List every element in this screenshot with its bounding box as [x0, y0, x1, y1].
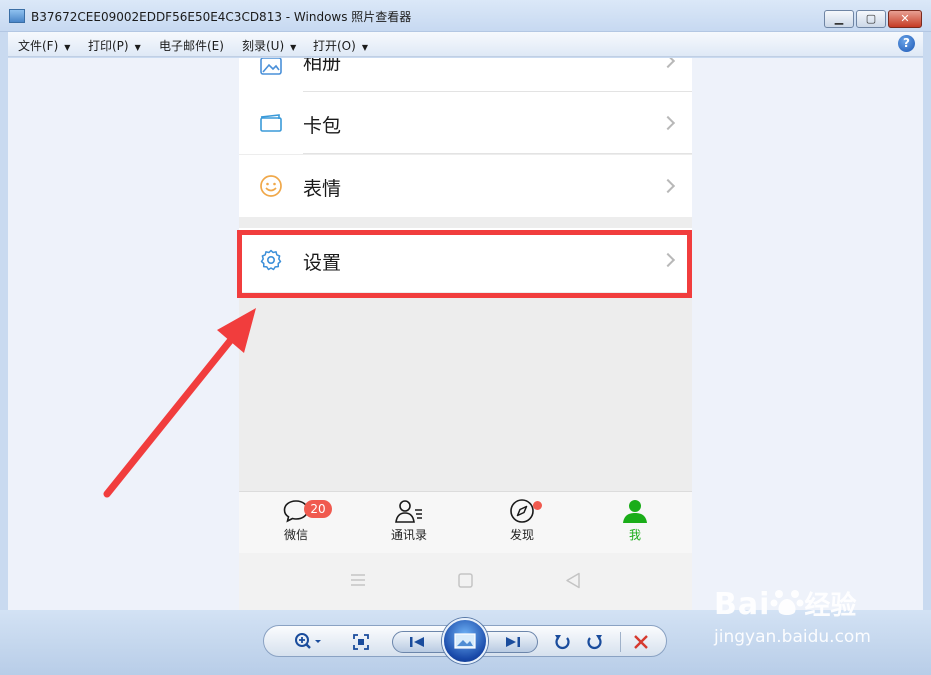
next-button[interactable] — [500, 632, 526, 652]
previous-icon — [410, 637, 424, 647]
chevron-right-icon — [660, 178, 676, 194]
tab-label: 通讯录 — [390, 528, 427, 542]
next-icon — [506, 637, 520, 647]
chevron-right-icon — [660, 58, 676, 69]
menu-bar: 文件(F) ▼ 打印(P) ▼ 电子邮件(E) 刻录(U) ▼ 打开(O) ▼ ? — [8, 32, 923, 57]
delete-icon — [634, 635, 648, 649]
tab-label: 微信 — [283, 528, 308, 542]
slideshow-icon — [454, 633, 476, 649]
watermark-jingyan: 经验 — [804, 591, 857, 621]
notification-dot — [533, 501, 542, 510]
tab-contacts[interactable]: 通讯录 — [369, 498, 449, 543]
tab-discover[interactable]: 发现 — [482, 498, 562, 543]
actual-size-icon — [353, 634, 369, 650]
chevron-down-icon: ▼ — [134, 43, 141, 52]
tab-label: 我 — [628, 528, 641, 542]
help-icon[interactable]: ? — [898, 35, 915, 52]
actual-size-button[interactable] — [350, 631, 372, 653]
menu-print-label: 打印(P) — [88, 39, 129, 53]
toolbar-separator — [620, 632, 621, 652]
photo-viewer-app-icon — [9, 9, 25, 23]
menu-icon[interactable] — [350, 573, 366, 587]
compass-icon — [510, 499, 534, 523]
menu-open[interactable]: 打开(O) ▼ — [313, 37, 368, 54]
delete-button[interactable] — [630, 631, 652, 653]
title-bar: B37672CEE09002EDDF56E50E4C3CD813 - Windo… — [0, 0, 931, 32]
previous-button[interactable] — [404, 632, 430, 652]
tab-label: 发现 — [509, 528, 534, 542]
watermark-brand: Bai — [714, 587, 771, 622]
rotate-left-icon — [555, 635, 570, 650]
close-button[interactable]: ✕ — [888, 10, 922, 28]
menu-open-label: 打开(O) — [313, 39, 356, 53]
menu-email-label: 电子邮件(E) — [159, 39, 224, 53]
chevron-down-icon: ▼ — [361, 43, 368, 52]
android-nav-bar — [239, 553, 692, 610]
menu-file-label: 文件(F) — [18, 39, 59, 53]
chevron-down-icon: ▼ — [64, 43, 71, 52]
slideshow-button[interactable] — [442, 618, 488, 664]
menu-file[interactable]: 文件(F) ▼ — [18, 37, 70, 54]
maximize-button[interactable]: ▢ — [856, 10, 886, 28]
rotate-right-button[interactable] — [584, 631, 606, 653]
home-icon[interactable] — [458, 573, 473, 588]
contacts-icon — [395, 500, 422, 523]
chevron-right-icon — [660, 115, 676, 131]
chevron-down-icon: ▼ — [290, 43, 297, 52]
me-icon — [623, 500, 647, 523]
divider — [303, 153, 692, 154]
menu-burn-label: 刻录(U) — [242, 39, 285, 53]
paw-icon — [770, 590, 804, 615]
zoom-button[interactable] — [290, 631, 326, 653]
zoom-icon — [295, 633, 321, 649]
rotate-right-icon — [587, 635, 602, 650]
annotation-arrow-icon — [103, 308, 256, 498]
tab-me[interactable]: 我 — [595, 498, 675, 543]
list-item-label: 卡包 — [303, 115, 342, 137]
menu-print[interactable]: 打印(P) ▼ — [88, 37, 141, 54]
image-view-area: 相册 卡包 表情 设置 微信 20 通讯录 发现 我 — [8, 58, 923, 610]
menu-burn[interactable]: 刻录(U) ▼ — [242, 37, 296, 54]
watermark-url: jingyan.baidu.com — [714, 627, 871, 647]
minimize-button[interactable]: ▁ — [824, 10, 854, 28]
baidu-jingyan-watermark: Bai 经验 jingyan.baidu.com — [714, 585, 871, 647]
window-title: B37672CEE09002EDDF56E50E4C3CD813 - Windo… — [31, 10, 412, 24]
list-item-label: 表情 — [303, 178, 342, 200]
list-item-label: 相册 — [303, 58, 342, 74]
menu-email[interactable]: 电子邮件(E) — [159, 37, 224, 54]
back-icon[interactable] — [565, 572, 581, 589]
unread-badge: 20 — [304, 500, 332, 518]
rotate-left-button[interactable] — [551, 631, 573, 653]
